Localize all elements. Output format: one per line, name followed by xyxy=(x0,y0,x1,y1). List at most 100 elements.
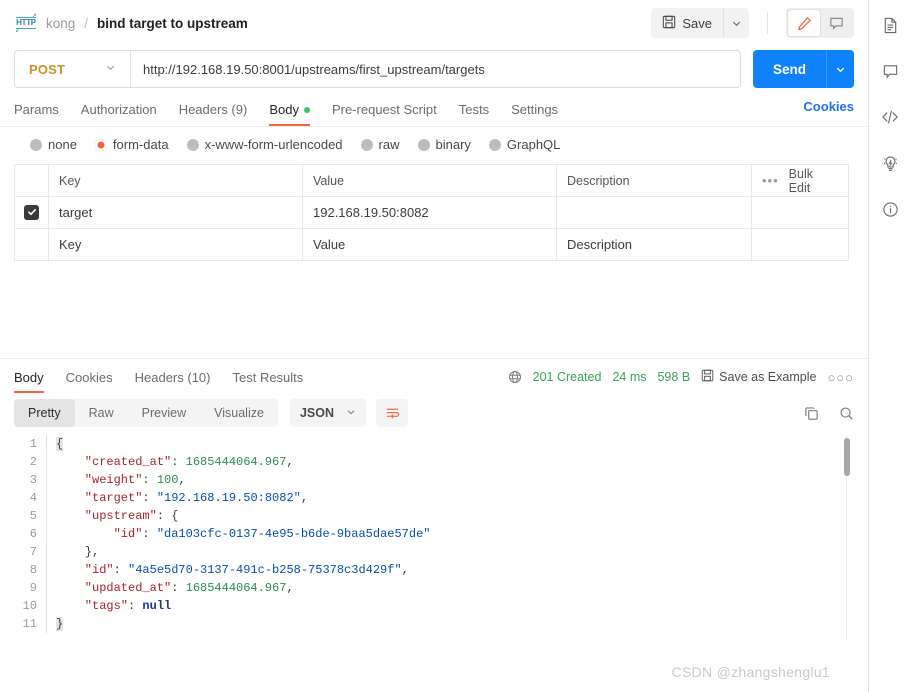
table-header-description: Description xyxy=(556,164,752,197)
save-button[interactable]: Save xyxy=(651,8,723,38)
viewer-mode-segmented-control: Pretty Raw Preview Visualize xyxy=(14,399,278,427)
code-snippet-icon[interactable] xyxy=(877,104,903,130)
send-dropdown-button[interactable] xyxy=(826,50,854,88)
viewer-mode-raw[interactable]: Raw xyxy=(75,399,128,427)
viewer-mode-pretty[interactable]: Pretty xyxy=(14,399,75,427)
search-icon[interactable] xyxy=(839,406,854,421)
radio-button-icon xyxy=(30,138,42,151)
radio-button-icon xyxy=(186,138,199,151)
postman-app-window: ↗ HTTP ↙ kong / bind target to upstream xyxy=(0,0,911,692)
response-tabs: Body Cookies Headers (10) Test Results xyxy=(14,370,325,393)
form-data-table: Key Value Description ••• Bulk Edit targ… xyxy=(14,164,849,261)
line-number: 9 xyxy=(29,581,37,595)
chevron-down-icon xyxy=(105,60,116,78)
line-number: 8 xyxy=(29,563,37,577)
response-tab-headers-10[interactable]: Headers (10) xyxy=(135,370,211,393)
response-more-options-icon[interactable]: ○○○ xyxy=(827,370,854,385)
code-line: } xyxy=(56,615,430,633)
body-type-graphql[interactable]: GraphQL xyxy=(488,137,560,152)
response-tab-cookies[interactable]: Cookies xyxy=(66,370,113,393)
lightbulb-icon[interactable] xyxy=(877,150,903,176)
response-tab-body[interactable]: Body xyxy=(14,370,44,393)
code-token-punc: : xyxy=(171,581,186,595)
body-type-label: binary xyxy=(435,137,471,152)
request-tab-authorization[interactable]: Authorization xyxy=(81,96,157,126)
documentation-icon[interactable] xyxy=(877,12,903,38)
code-token-str: "192.168.19.50:8082" xyxy=(156,491,301,505)
pencil-icon-button[interactable] xyxy=(788,10,820,36)
request-tab-headers-9[interactable]: Headers (9) xyxy=(179,96,248,126)
http-method-selector[interactable]: POST xyxy=(15,51,131,87)
row-key-input[interactable]: target xyxy=(48,196,303,229)
comment-icon-button[interactable] xyxy=(820,10,852,36)
cookies-link[interactable]: Cookies xyxy=(803,99,854,123)
code-line: "id": "4a5e5d70-3137-491c-b258-75378c3d4… xyxy=(56,561,430,579)
code-token-punc: , xyxy=(286,455,294,469)
viewer-mode-preview[interactable]: Preview xyxy=(128,399,200,427)
row-checkbox-cell xyxy=(14,228,49,261)
request-tabs: Params Authorization Headers (9) Body Pre-re… xyxy=(0,96,868,126)
request-tab-params[interactable]: Params xyxy=(14,96,59,126)
code-token-punc: { xyxy=(56,437,64,451)
code-token-num: 100 xyxy=(156,473,179,487)
save-button-group: Save xyxy=(651,8,749,38)
chevron-down-icon xyxy=(836,67,845,72)
new-row-value-input[interactable]: Value xyxy=(302,228,557,261)
page-title: bind target to upstream xyxy=(97,15,248,31)
response-scrollbar[interactable] xyxy=(844,435,850,640)
response-body-code[interactable]: 1 2 3 4 5 6 7 8 9 10 11 { "created_at": 1685444064… xyxy=(0,435,868,640)
body-type-binary[interactable]: binary xyxy=(417,137,471,152)
code-token-str: "da103cfc-0137-4e95-b6de-9baa5dae57de" xyxy=(156,527,431,541)
table-row: target 192.168.19.50:8082 xyxy=(14,196,849,229)
new-row-key-input[interactable]: Key xyxy=(48,228,303,261)
code-line: "id": "da103cfc-0137-4e95-b6de-9baa5dae5… xyxy=(56,525,431,543)
url-input[interactable]: http://192.168.19.50:8001/upstreams/firs… xyxy=(131,62,740,77)
body-type-form-data[interactable]: form-data xyxy=(94,137,169,152)
word-wrap-button[interactable] xyxy=(376,399,408,427)
code-token-punc: } xyxy=(56,617,64,631)
save-dropdown-button[interactable] xyxy=(723,8,749,38)
scrollbar-thumb[interactable] xyxy=(844,438,850,476)
info-circle-icon[interactable] xyxy=(877,196,903,222)
request-tab-pre-request-script[interactable]: Pre-request Script xyxy=(332,96,437,126)
body-type-none[interactable]: none xyxy=(30,137,77,152)
row-actions-cell xyxy=(751,228,849,261)
url-input-box: POST http://192.168.19.50:8001/upstreams… xyxy=(14,50,741,88)
copy-icon[interactable] xyxy=(804,406,819,421)
request-tab-label: Headers (9) xyxy=(178,102,248,117)
request-tab-settings[interactable]: Settings xyxy=(511,96,558,126)
table-options-icon[interactable]: ••• xyxy=(762,173,779,188)
row-value-input[interactable]: 192.168.19.50:8082 xyxy=(302,196,557,229)
request-tab-label: Tests xyxy=(458,102,490,117)
line-number: 1 xyxy=(29,437,37,451)
word-wrap-icon xyxy=(386,408,399,418)
response-format-select[interactable]: JSON xyxy=(289,399,366,427)
row-description-input[interactable] xyxy=(556,196,752,229)
table-header-actions: ••• Bulk Edit xyxy=(751,164,849,197)
code-token-punc: : xyxy=(113,563,129,577)
body-type-raw[interactable]: raw xyxy=(360,137,400,152)
row-checkbox[interactable] xyxy=(24,204,39,220)
send-button[interactable]: Send xyxy=(752,50,826,88)
line-number: 5 xyxy=(29,509,37,523)
new-row-description-input[interactable]: Description xyxy=(556,228,752,261)
radio-button-icon xyxy=(417,138,430,151)
viewer-mode-visualize[interactable]: Visualize xyxy=(200,399,278,427)
request-tab-body[interactable]: Body xyxy=(269,96,310,126)
code-line: "tags": null xyxy=(56,597,430,615)
comments-icon[interactable] xyxy=(877,58,903,84)
response-tab-test-results[interactable]: Test Results xyxy=(232,370,303,393)
code-token-key: "target" xyxy=(56,491,143,505)
code-token-key: "id" xyxy=(56,563,114,577)
bulk-edit-button[interactable]: Bulk Edit xyxy=(789,167,836,195)
body-type-x-www-form-urlencoded[interactable]: x-www-form-urlencoded xyxy=(186,137,343,152)
request-tab-tests[interactable]: Tests xyxy=(459,96,489,126)
breadcrumb-collection[interactable]: kong xyxy=(46,16,75,31)
save-as-example-button[interactable]: Save as Example xyxy=(701,369,816,385)
code-token-num: 1685444064.967 xyxy=(185,455,287,469)
table-header-value: Value xyxy=(302,164,557,197)
url-bar-row: POST http://192.168.19.50:8001/upstreams… xyxy=(0,46,868,88)
table-header-key: Key xyxy=(48,164,303,197)
code-token-punc: , xyxy=(300,491,309,505)
body-type-label: x-www-form-urlencoded xyxy=(204,137,343,152)
